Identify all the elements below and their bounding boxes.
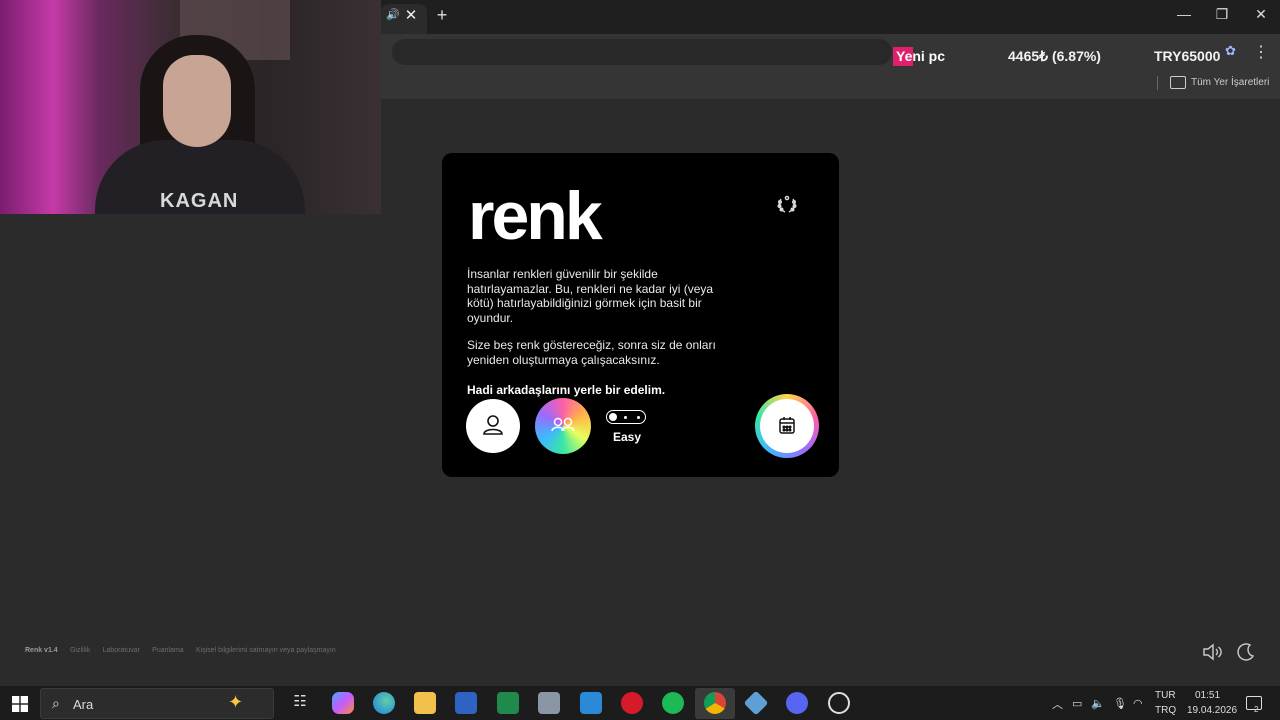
- clock-date[interactable]: 19.04.2026: [1187, 705, 1237, 716]
- daily-challenge-inner[interactable]: [760, 399, 814, 453]
- minimize-button[interactable]: —: [1172, 6, 1196, 26]
- excel-icon[interactable]: [497, 692, 519, 714]
- obs-icon[interactable]: [828, 692, 850, 714]
- webcam-overlay: KAGAN: [0, 0, 381, 214]
- tab-audio-icon[interactable]: 🔊: [386, 8, 400, 24]
- moon-icon[interactable]: [1236, 642, 1256, 662]
- tray-overflow-icon[interactable]: ︿: [1052, 696, 1063, 712]
- page-footer: Renk v1.4 · Gizlilik · Laboratuvar · Puanla…: [25, 647, 340, 654]
- copilot-icon[interactable]: [332, 692, 354, 714]
- difficulty-label: Easy: [613, 430, 642, 444]
- wifi-icon[interactable]: ◠: [1133, 697, 1145, 710]
- multiplayer-button[interactable]: [535, 398, 591, 454]
- file-explorer-icon[interactable]: [414, 692, 436, 714]
- group-icon: [551, 417, 575, 432]
- difficulty-step-dot: [637, 416, 640, 419]
- solo-play-button[interactable]: [466, 399, 520, 453]
- microphone-icon[interactable]: 🎙: [1113, 697, 1127, 710]
- footer-separator: ·: [187, 647, 191, 654]
- difficulty-toggle-knob: [609, 413, 617, 421]
- speaker-icon[interactable]: 🔈: [1091, 697, 1105, 710]
- discord-icon[interactable]: [786, 692, 808, 714]
- footer-separator: ·: [143, 647, 147, 654]
- opera-icon[interactable]: [621, 692, 643, 714]
- game-logo: renk: [468, 178, 603, 254]
- edge-icon[interactable]: [373, 692, 395, 714]
- calculator-icon[interactable]: [538, 692, 560, 714]
- browser-menu-icon[interactable]: ⋮: [1253, 42, 1269, 64]
- input-language[interactable]: TUR: [1155, 690, 1176, 701]
- task-view-icon[interactable]: ☷: [289, 692, 311, 714]
- chrome-icon[interactable]: [704, 692, 726, 714]
- new-tab-button[interactable]: +: [432, 5, 452, 27]
- store-icon[interactable]: [580, 692, 602, 714]
- footer-link-scoring[interactable]: Puanlama: [152, 647, 184, 654]
- all-bookmarks-link[interactable]: Tüm Yer İşaretleri: [1191, 77, 1269, 88]
- footer-separator: ·: [94, 647, 97, 654]
- game-instructions: Size beş renk göstereceğiz, sonra siz de…: [467, 338, 716, 367]
- bookmarks-divider: [1157, 76, 1158, 90]
- search-placeholder: Ara: [73, 697, 94, 712]
- sparkle-icon[interactable]: ✦: [228, 692, 243, 713]
- flower-icon: ✿: [1225, 43, 1236, 58]
- footer-brand: Renk v1.4: [25, 647, 58, 654]
- laurel-icon[interactable]: [775, 193, 799, 217]
- keyboard-layout[interactable]: TRQ: [1155, 705, 1176, 716]
- footer-link-privacy-choices[interactable]: Kişisel bilgilerimi satmayın veya paylaş…: [196, 647, 336, 654]
- donation-goal-label: Yeni pc: [896, 48, 946, 64]
- donation-target: TRY65000: [1154, 48, 1221, 64]
- notification-count: 2: [1254, 705, 1259, 714]
- webcam-face: [163, 55, 231, 147]
- webcam-hoodie-print: KAGAN: [160, 190, 239, 212]
- clock-time[interactable]: 01:51: [1195, 690, 1220, 701]
- spotify-icon[interactable]: [662, 692, 684, 714]
- game-description: İnsanlar renkleri güvenilir bir şekilde …: [467, 267, 714, 325]
- word-icon[interactable]: [455, 692, 477, 714]
- restore-button[interactable]: ❐: [1210, 6, 1234, 26]
- calendar-icon: [779, 417, 795, 434]
- footer-link-lab[interactable]: Laboratuvar: [103, 647, 140, 654]
- close-window-button[interactable]: ✕: [1249, 6, 1273, 26]
- search-icon: ⌕: [52, 695, 60, 711]
- person-icon: [483, 415, 503, 435]
- call-to-action: Hadi arkadaşlarını yerle bir edelim.: [467, 383, 666, 397]
- difficulty-step-dot: [624, 416, 627, 419]
- address-bar[interactable]: [392, 39, 892, 65]
- donation-progress: 4465₺ (6.87%): [1008, 48, 1101, 64]
- footer-link-privacy[interactable]: Gizlilik: [70, 647, 90, 654]
- folder-icon[interactable]: [1170, 76, 1186, 89]
- battery-icon[interactable]: ▭: [1072, 697, 1084, 710]
- tab-close-icon[interactable]: ✕: [403, 6, 419, 24]
- windows-start-icon[interactable]: [12, 696, 28, 712]
- footer-separator: ·: [61, 647, 65, 654]
- volume-icon[interactable]: [1201, 642, 1223, 662]
